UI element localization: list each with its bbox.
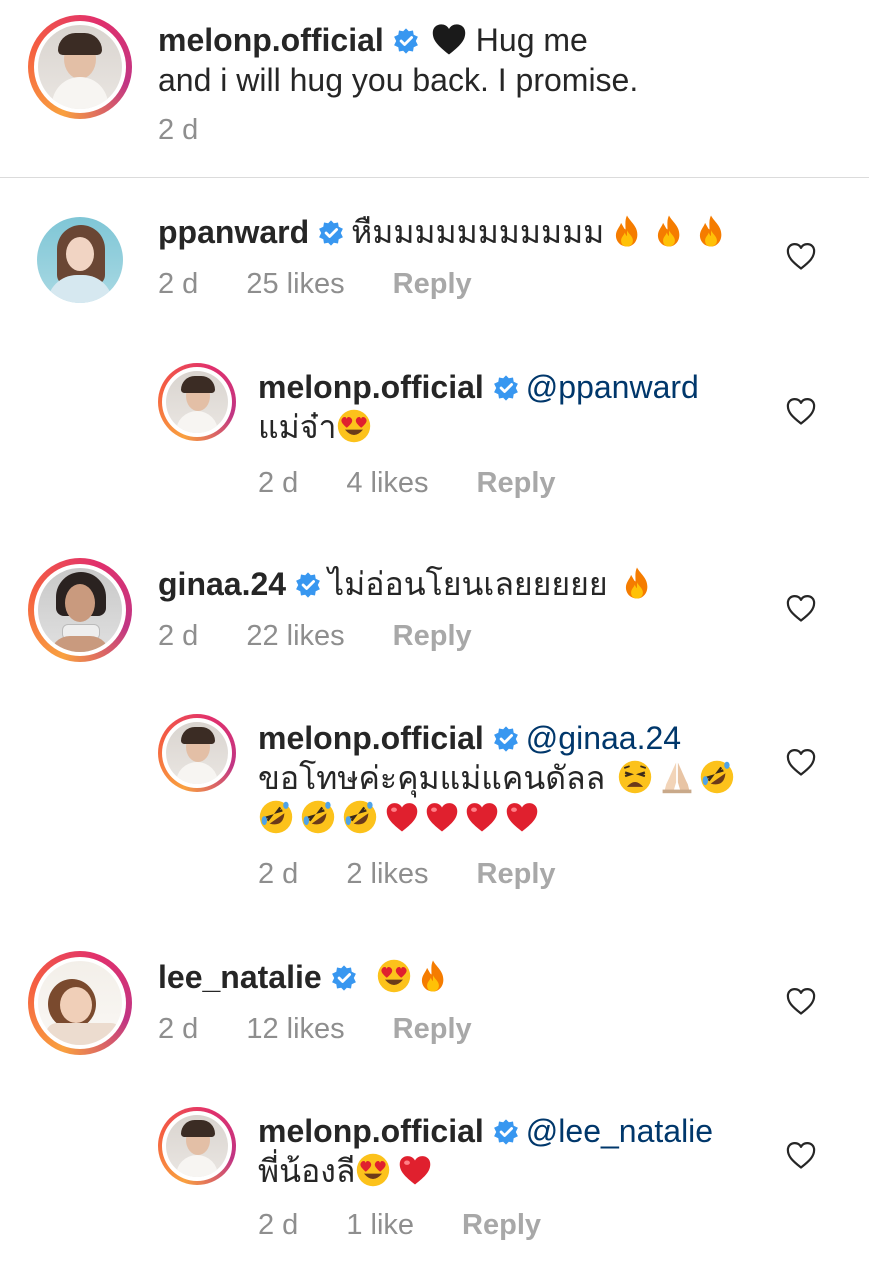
rofl-emoji-icon	[258, 799, 294, 835]
verified-badge-icon	[492, 725, 520, 753]
rofl-emoji-icon	[699, 759, 735, 795]
avatar[interactable]	[158, 714, 236, 792]
reply-button[interactable]: Reply	[393, 1013, 472, 1045]
verified-badge-icon	[492, 1118, 520, 1146]
avatar[interactable]	[28, 208, 132, 312]
verified-badge-icon	[492, 374, 520, 402]
comment-text: แม่จ๋า	[258, 409, 337, 445]
verified-badge-icon	[294, 571, 322, 599]
like-heart-icon[interactable]	[786, 242, 816, 270]
rofl-emoji-icon	[300, 799, 336, 835]
comment-text: ขอโทษค่ะคุมแม่แคนดัลล	[258, 760, 606, 796]
like-heart-icon[interactable]	[786, 397, 816, 425]
red-heart-emoji-icon	[504, 801, 540, 833]
mention-link[interactable]: @ppanward	[526, 369, 699, 405]
heart-eyes-emoji-icon	[355, 1152, 391, 1188]
comment-reply: melonp.official @ginaa.24 ขอโทษค่ะคุมแม่แ…	[0, 706, 869, 906]
red-heart-emoji-icon	[397, 1154, 433, 1186]
fire-emoji-icon	[622, 566, 652, 600]
red-heart-emoji-icon	[464, 801, 500, 833]
comment-timestamp: 2 d	[158, 1013, 199, 1045]
avatar[interactable]	[158, 363, 236, 441]
comment-text: พี่น้องลี	[258, 1153, 356, 1189]
heart-eyes-emoji-icon	[376, 958, 412, 994]
comment: ppanward หืมมมมมมมมมมม 2 d 25 likes Reply	[0, 200, 869, 320]
comment-username[interactable]: lee_natalie	[158, 959, 322, 995]
caption-username[interactable]: melonp.official	[158, 22, 384, 58]
comment-likes[interactable]: 1 like	[346, 1209, 414, 1241]
reply-button[interactable]: Reply	[393, 268, 472, 300]
caption-timestamp: 2 d	[158, 114, 199, 146]
comment-text: ไม่อ่อนโยนเลยยยยย	[328, 566, 608, 602]
mention-link[interactable]: @ginaa.24	[526, 720, 681, 756]
mention-link[interactable]: @lee_natalie	[526, 1113, 713, 1149]
comment: lee_natalie 2 d 12 likes Reply	[0, 945, 869, 1065]
comment-timestamp: 2 d	[258, 858, 299, 890]
like-heart-icon[interactable]	[786, 1141, 816, 1169]
divider	[0, 177, 869, 178]
post-caption: melonp.official Hug me and i will hug you…	[0, 0, 869, 177]
comment-likes[interactable]: 22 likes	[246, 620, 344, 652]
comment-reply: melonp.official @lee_natalie พี่น้องลี 2 …	[0, 1099, 869, 1259]
comment-username[interactable]: melonp.official	[258, 369, 484, 405]
verified-badge-icon	[392, 27, 420, 55]
comment-username[interactable]: melonp.official	[258, 720, 484, 756]
avatar[interactable]	[28, 15, 132, 119]
reply-button[interactable]: Reply	[462, 1209, 541, 1241]
avatar[interactable]	[158, 1107, 236, 1185]
like-heart-icon[interactable]	[786, 594, 816, 622]
avatar[interactable]	[28, 558, 132, 662]
fire-emoji-icon	[612, 214, 642, 248]
comment-username[interactable]: melonp.official	[258, 1113, 484, 1149]
caption-text-line2: and i will hug you back. I promise.	[158, 62, 639, 98]
comment-username[interactable]: ginaa.24	[158, 566, 286, 602]
comment-text: หืมมมมมมมมมมม	[351, 214, 605, 250]
fire-emoji-icon	[418, 959, 448, 993]
red-heart-emoji-icon	[384, 801, 420, 833]
rofl-emoji-icon	[342, 799, 378, 835]
fire-emoji-icon	[696, 214, 726, 248]
fire-emoji-icon	[654, 214, 684, 248]
caption-text-line1: Hug me	[475, 22, 588, 58]
weary-emoji-icon	[617, 759, 653, 795]
comment-timestamp: 2 d	[258, 467, 299, 499]
verified-badge-icon	[330, 964, 358, 992]
comment-likes[interactable]: 25 likes	[246, 268, 344, 300]
comment-likes[interactable]: 2 likes	[346, 858, 428, 890]
comment-likes[interactable]: 4 likes	[346, 467, 428, 499]
reply-button[interactable]: Reply	[477, 858, 556, 890]
reply-button[interactable]: Reply	[393, 620, 472, 652]
comment-reply: melonp.official @ppanward แม่จ๋า 2 d 4 lik…	[0, 355, 869, 515]
like-heart-icon[interactable]	[786, 748, 816, 776]
black-heart-emoji-icon	[430, 22, 468, 56]
comment-timestamp: 2 d	[158, 268, 199, 300]
red-heart-emoji-icon	[424, 801, 460, 833]
verified-badge-icon	[317, 219, 345, 247]
comment: ginaa.24 ไม่อ่อนโยนเลยยยยย 2 d 22 likes Rep…	[0, 552, 869, 672]
comment-timestamp: 2 d	[158, 620, 199, 652]
comment-likes[interactable]: 12 likes	[246, 1013, 344, 1045]
pray-emoji-icon	[659, 759, 695, 795]
reply-button[interactable]: Reply	[477, 467, 556, 499]
comment-username[interactable]: ppanward	[158, 214, 309, 250]
heart-eyes-emoji-icon	[336, 408, 372, 444]
comment-timestamp: 2 d	[258, 1209, 299, 1241]
avatar[interactable]	[28, 951, 132, 1055]
like-heart-icon[interactable]	[786, 987, 816, 1015]
